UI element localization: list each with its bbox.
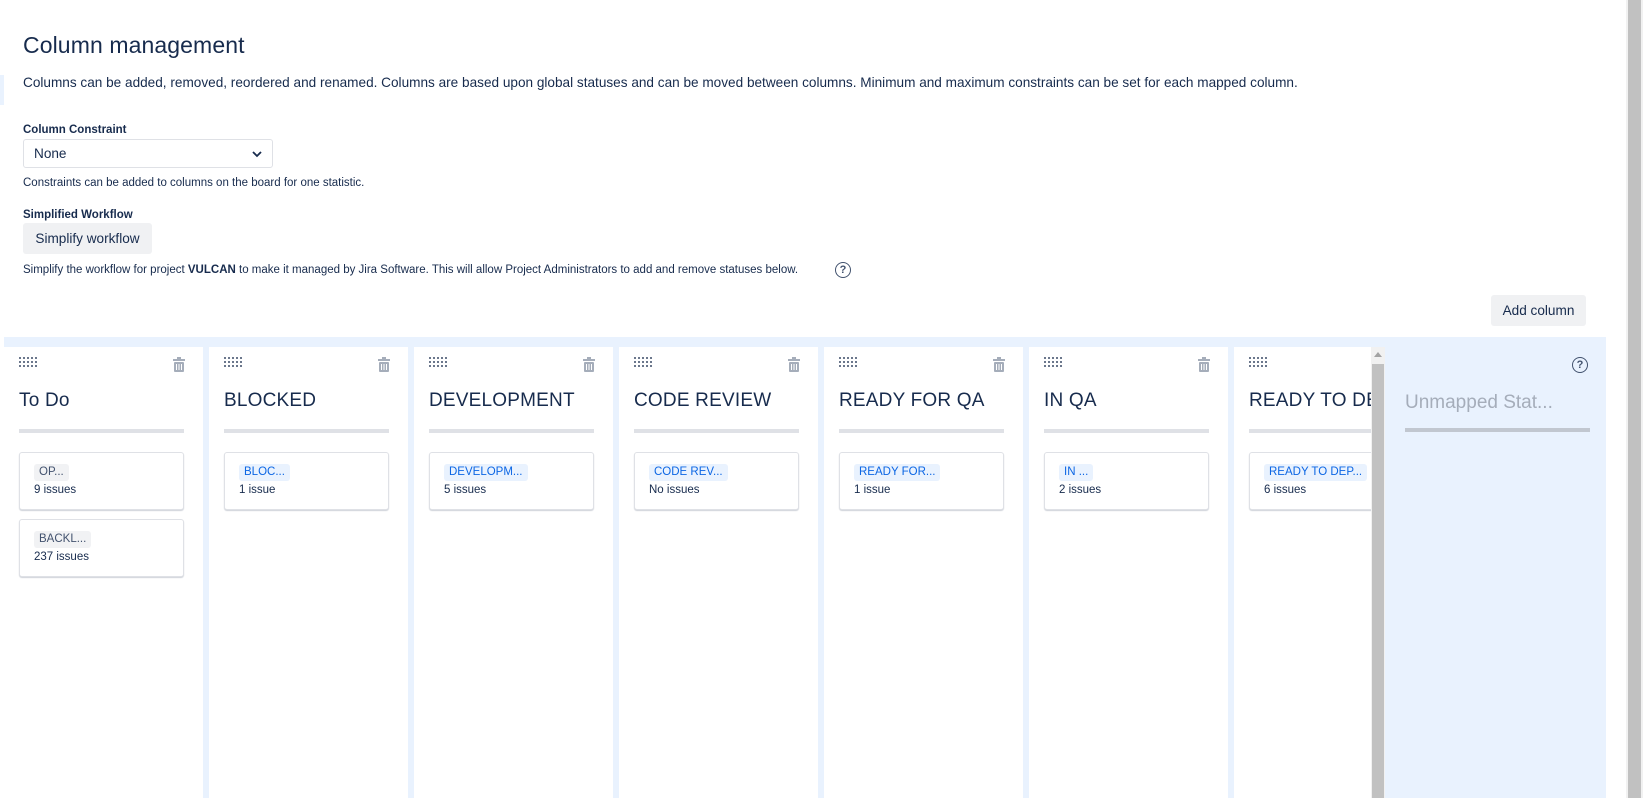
question-circle-icon[interactable]: ? xyxy=(1572,357,1588,373)
issue-count: 2 issues xyxy=(1059,484,1102,496)
board-column-3: CODE REVIEW CODE REV... No issues xyxy=(619,347,818,798)
status-lozenge: IN ... xyxy=(1059,464,1094,481)
status-lozenge: OP... xyxy=(34,464,69,481)
column-constraint-select[interactable]: None xyxy=(23,139,273,168)
issue-count: 6 issues xyxy=(1264,484,1307,496)
column-board: To Do OP... 9 issues BACKL... 237 issues BL… xyxy=(4,337,1606,798)
column-title[interactable]: READY FOR QA xyxy=(839,390,985,412)
status-card[interactable]: READY TO DEP... 6 issues xyxy=(1249,452,1385,510)
columns-scroll-area: To Do OP... 9 issues BACKL... 237 issues BL… xyxy=(4,347,1385,798)
status-card[interactable]: READY FOR... 1 issue xyxy=(839,452,1004,510)
status-card[interactable]: DEVELOPM... 5 issues xyxy=(429,452,594,510)
issue-count: 1 issue xyxy=(239,484,276,496)
status-card[interactable]: BACKL... 237 issues xyxy=(19,519,184,577)
column-title[interactable]: DEVELOPMENT xyxy=(429,390,575,412)
board-column-0: To Do OP... 9 issues BACKL... 237 issues xyxy=(4,347,203,798)
help-prefix: Simplify the workflow for project xyxy=(23,264,188,276)
board-column-5: IN QA IN ... 2 issues xyxy=(1029,347,1228,798)
columns-scrollbar[interactable] xyxy=(1371,347,1385,798)
unmapped-statuses-column: ? Unmapped Stat... xyxy=(1390,337,1606,798)
add-column-button[interactable]: Add column xyxy=(1491,295,1586,326)
trash-icon[interactable] xyxy=(993,357,1005,372)
drag-handle-icon[interactable] xyxy=(224,357,243,367)
chevron-down-icon xyxy=(252,150,262,157)
column-constraint-bar xyxy=(1249,429,1385,433)
project-key: VULCAN xyxy=(187,264,236,276)
column-title[interactable]: BLOCKED xyxy=(224,390,316,412)
status-card[interactable]: BLOC... 1 issue xyxy=(224,452,389,510)
status-lozenge: DEVELOPM... xyxy=(444,464,528,481)
simplify-workflow-help: Simplify the workflow for project VULCAN… xyxy=(23,264,798,276)
status-lozenge: READY FOR... xyxy=(854,464,941,481)
drag-handle-icon[interactable] xyxy=(429,357,448,367)
issue-count: 1 issue xyxy=(854,484,891,496)
trash-icon[interactable] xyxy=(1198,357,1210,372)
simplify-workflow-button[interactable]: Simplify workflow xyxy=(23,223,152,254)
status-lozenge: READY TO DEP... xyxy=(1264,464,1368,481)
drag-handle-icon[interactable] xyxy=(839,357,858,367)
issue-count: 237 issues xyxy=(34,551,89,563)
column-constraint-bar xyxy=(634,429,799,433)
issue-count: 5 issues xyxy=(444,484,487,496)
column-title[interactable]: CODE REVIEW xyxy=(634,390,771,412)
board-column-4: READY FOR QA READY FOR... 1 issue xyxy=(824,347,1023,798)
board-column-2: DEVELOPMENT DEVELOPM... 5 issues xyxy=(414,347,613,798)
drag-handle-icon[interactable] xyxy=(1249,357,1268,367)
simplified-workflow-label: Simplified Workflow xyxy=(23,209,133,221)
status-lozenge: CODE REV... xyxy=(649,464,728,481)
question-circle-icon[interactable]: ? xyxy=(835,262,851,278)
page-title: Column management xyxy=(23,32,245,58)
column-constraint-value: None xyxy=(34,146,67,161)
board-column-1: BLOCKED BLOC... 1 issue xyxy=(209,347,408,798)
scroll-up-arrow-icon[interactable] xyxy=(1374,352,1382,357)
left-accent-bar xyxy=(0,75,4,105)
column-constraint-bar xyxy=(1044,429,1209,433)
constraint-help-text: Constraints can be added to columns on t… xyxy=(23,177,365,189)
drag-handle-icon[interactable] xyxy=(19,357,38,367)
status-lozenge: BLOC... xyxy=(239,464,290,481)
issue-count: No issues xyxy=(649,484,700,496)
drag-handle-icon[interactable] xyxy=(634,357,653,367)
page-scrollbar[interactable] xyxy=(1626,0,1643,798)
board-column-6: READY TO DE READY TO DEP... 6 issues xyxy=(1234,347,1385,798)
unmapped-statuses-title: Unmapped Stat... xyxy=(1405,392,1553,413)
status-lozenge: BACKL... xyxy=(34,531,92,548)
trash-icon[interactable] xyxy=(583,357,595,372)
status-card[interactable]: IN ... 2 issues xyxy=(1044,452,1209,510)
page-description: Columns can be added, removed, reordered… xyxy=(23,75,1298,90)
column-title[interactable]: To Do xyxy=(19,390,70,412)
column-constraint-bar xyxy=(19,429,184,433)
column-title[interactable]: IN QA xyxy=(1044,390,1097,412)
trash-icon[interactable] xyxy=(378,357,390,372)
column-constraint-bar xyxy=(839,429,1004,433)
column-title[interactable]: READY TO DE xyxy=(1249,390,1379,412)
column-constraint-bar xyxy=(429,429,594,433)
trash-icon[interactable] xyxy=(788,357,800,372)
help-suffix: to make it managed by Jira Software. Thi… xyxy=(235,264,799,276)
status-card[interactable]: CODE REV... No issues xyxy=(634,452,799,510)
trash-icon[interactable] xyxy=(173,357,185,372)
status-card[interactable]: OP... 9 issues xyxy=(19,452,184,510)
column-constraint-label: Column Constraint xyxy=(23,124,127,136)
issue-count: 9 issues xyxy=(34,484,77,496)
drag-handle-icon[interactable] xyxy=(1044,357,1063,367)
unmapped-divider xyxy=(1405,428,1590,432)
scrollbar-thumb[interactable] xyxy=(1372,364,1384,798)
column-constraint-bar xyxy=(224,429,389,433)
page-scrollbar-thumb[interactable] xyxy=(1628,0,1641,798)
